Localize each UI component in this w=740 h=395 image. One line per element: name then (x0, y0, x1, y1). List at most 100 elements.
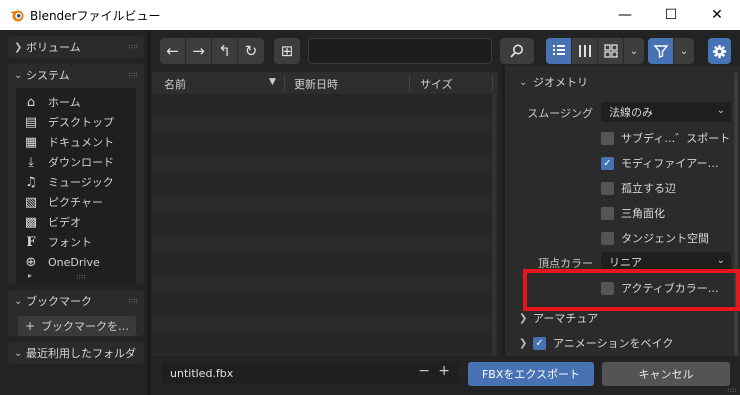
checkbox-label: モディファイアー… (621, 157, 719, 170)
window-title: Blenderファイルビュー (30, 8, 161, 23)
loose-edges-checkbox-row[interactable]: 孤立する辺 (601, 180, 676, 196)
column-date[interactable]: 更新日時 (294, 76, 338, 92)
export-button[interactable]: FBXをエクスポート (468, 362, 594, 386)
view-horizontal-list-button[interactable] (572, 38, 598, 64)
filter-dropdown[interactable]: ⌄ (674, 38, 694, 64)
list-vertical-icon (552, 45, 565, 55)
sidebar-item-label: ミュージック (48, 176, 114, 189)
sidebar-item-home[interactable]: ⌂ ホーム (16, 92, 136, 112)
filter-toggle-button[interactable] (648, 38, 674, 64)
file-rows[interactable] (152, 94, 492, 380)
increment-button[interactable]: + (438, 363, 450, 379)
decrement-button[interactable]: − (418, 363, 430, 379)
column-size[interactable]: サイズ (420, 76, 453, 92)
system-label: システム (26, 69, 70, 82)
smoothing-value: 法線のみ (609, 106, 653, 119)
column-divider[interactable] (492, 75, 493, 91)
video-icon: ▩ (24, 214, 38, 230)
download-icon: ⤓ (28, 154, 34, 170)
settings-group (708, 38, 731, 64)
directory-path-input[interactable] (308, 38, 492, 64)
bake-animation-section-header[interactable]: ❯ ✓ アニメーションをベイク (519, 335, 673, 351)
bookmarks-label: ブックマーク (26, 295, 92, 308)
view-thumbnails-button[interactable] (598, 38, 624, 64)
back-button[interactable]: ← (160, 38, 186, 64)
home-icon: ⌂ (26, 94, 36, 110)
column-divider[interactable] (409, 75, 410, 91)
bookmarks-header[interactable]: ⌄ ブックマーク (8, 290, 144, 312)
apply-modifiers-checkbox[interactable]: ✓ (601, 156, 614, 170)
volumes-panel: ❯ ボリューム (8, 36, 144, 58)
sidebar-item-pictures[interactable]: ▧ ピクチャー (16, 192, 136, 212)
armature-header-label: アーマチュア (533, 312, 599, 325)
loose-edges-checkbox[interactable] (601, 181, 614, 195)
sidebar-item-downloads[interactable]: ⤓ ダウンロード (16, 152, 136, 172)
armature-section-header[interactable]: ❯ アーマチュア (519, 310, 598, 326)
sort-descending-icon[interactable]: ▼ (269, 77, 276, 87)
maximize-button[interactable]: ☐ (648, 0, 694, 30)
sidebar-item-label: フォント (48, 236, 92, 249)
cancel-button[interactable]: キャンセル (602, 362, 730, 386)
view-vertical-list-button[interactable] (546, 38, 572, 64)
subdivision-checkbox[interactable] (601, 131, 614, 145)
search-button[interactable] (500, 38, 534, 64)
refresh-button[interactable]: ↻ (238, 38, 264, 64)
triangulate-checkbox-row[interactable]: 三角面化 (601, 205, 665, 221)
sidebar-item-onedrive[interactable]: ⊕ OneDrive (16, 252, 136, 272)
list-expand-handle[interactable]: ▸ (16, 272, 136, 282)
tangent-space-checkbox-row[interactable]: タンジェント空間 (601, 230, 709, 246)
forward-button[interactable]: → (186, 38, 212, 64)
filename-input[interactable]: untitled.fbx − + (162, 362, 458, 384)
drag-grip-icon[interactable] (128, 72, 138, 78)
parent-directory-button[interactable]: ↰ (212, 38, 238, 64)
recent-header[interactable]: ⌄ 最近利用したフォルダ (8, 342, 144, 364)
resize-grip-icon[interactable] (727, 388, 737, 392)
settings-button[interactable] (708, 38, 731, 64)
close-button[interactable]: ✕ (694, 0, 740, 30)
chevron-right-icon: ❯ (519, 337, 528, 349)
pictures-icon: ▧ (24, 194, 38, 210)
checkbox-label: タンジェント空間 (621, 232, 709, 245)
drag-grip-icon[interactable] (128, 44, 138, 50)
drag-grip-icon[interactable] (76, 274, 86, 280)
network-icon: ⊕ (25, 254, 37, 270)
settings-scrollbar[interactable] (734, 72, 738, 372)
smoothing-dropdown[interactable]: 法線のみ ⌄ (601, 102, 731, 122)
sidebar-item-documents[interactable]: ▦ ドキュメント (16, 132, 136, 152)
sidebar-item-label: ホーム (48, 96, 81, 109)
apply-modifiers-checkbox-row[interactable]: ✓ モディファイアー… (601, 155, 719, 171)
sidebar-splitter[interactable] (147, 30, 150, 395)
sidebar-item-music[interactable]: ♫ ミュージック (16, 172, 136, 192)
minimize-button[interactable]: — (602, 0, 648, 30)
chevron-down-icon: ⌄ (716, 255, 725, 266)
bake-animation-checkbox[interactable]: ✓ (533, 336, 546, 350)
export-settings-panel: ⌄ ジオメトリ スムージング 法線のみ ⌄ サブディ…゛スポート ✓ モディファ… (505, 66, 740, 381)
sidebar-item-label: ビデオ (48, 216, 81, 229)
geometry-section-header[interactable]: ⌄ ジオメトリ (519, 74, 588, 90)
bake-animation-label: アニメーションをベイク (553, 337, 674, 350)
triangulate-checkbox[interactable] (601, 206, 614, 220)
column-name[interactable]: 名前 (164, 76, 186, 92)
navigation-group: ← → ↰ ↻ (160, 38, 264, 64)
plus-icon: + (25, 319, 36, 333)
sidebar-item-video[interactable]: ▩ ビデオ (16, 212, 136, 232)
file-list-header: 名前 ▼ 更新日時 サイズ (152, 72, 498, 94)
tangent-space-checkbox[interactable] (601, 231, 614, 245)
file-list-scrollbar[interactable] (492, 94, 496, 372)
subdivision-checkbox-row[interactable]: サブディ…゛スポート (601, 130, 730, 146)
checkbox-label: 三角面化 (621, 207, 665, 220)
bottom-bar: untitled.fbx − + FBXをエクスポート キャンセル (150, 356, 740, 395)
drag-grip-icon[interactable] (128, 298, 138, 304)
chevron-down-icon: ⌄ (679, 45, 689, 57)
volumes-header[interactable]: ❯ ボリューム (8, 36, 144, 58)
sidebar-item-desktop[interactable]: ▤ デスクトップ (16, 112, 136, 132)
sidebar-item-fonts[interactable]: F フォント (16, 232, 136, 252)
column-divider[interactable] (284, 75, 285, 91)
system-header[interactable]: ⌄ システム (8, 64, 144, 86)
desktop-icon: ▤ (24, 114, 38, 130)
display-mode-dropdown[interactable]: ⌄ (624, 38, 644, 64)
new-folder-button[interactable]: ⊞ (274, 38, 300, 64)
file-list: 名前 ▼ 更新日時 サイズ (152, 72, 498, 380)
add-bookmark-button[interactable]: + ブックマークを… (18, 316, 136, 336)
vertex-color-value: リニア (609, 256, 642, 269)
